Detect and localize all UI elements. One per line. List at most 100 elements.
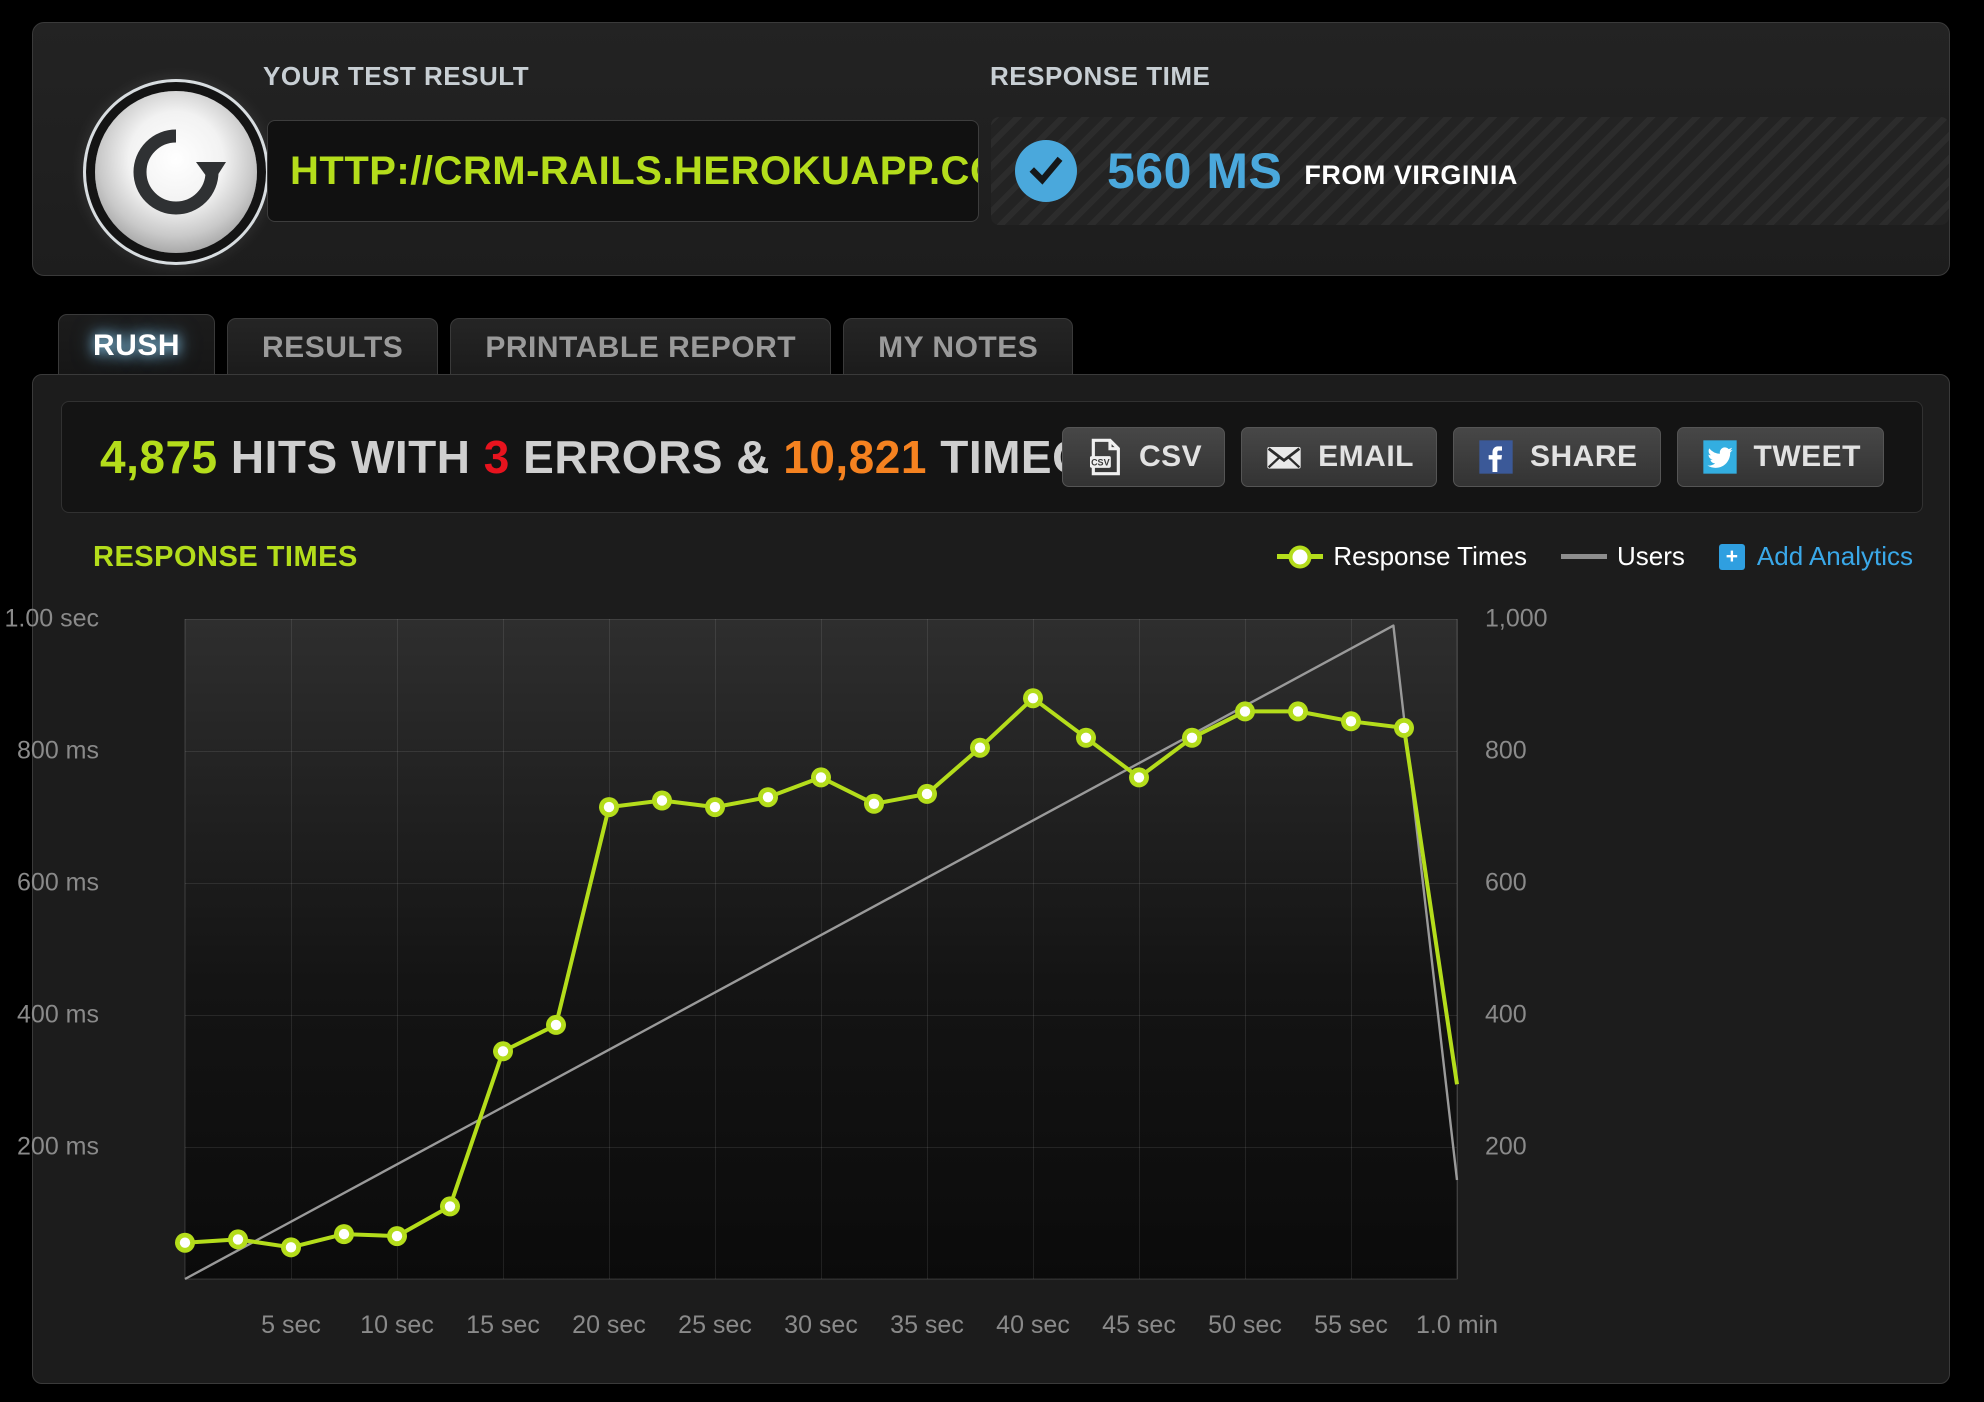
- y2-axis-tick-label: 800: [1485, 736, 1527, 765]
- x-axis-tick-label: 40 sec: [996, 1311, 1070, 1339]
- legend-label: Response Times: [1333, 541, 1527, 571]
- csv-button-label: CSV: [1138, 440, 1203, 473]
- add-analytics-button[interactable]: + Add Analytics: [1718, 541, 1913, 572]
- tab-label: MY NOTES: [878, 330, 1039, 364]
- y-axis-tick-label: 1.00 sec: [4, 604, 99, 633]
- data-point[interactable]: [970, 737, 990, 758]
- tab-my-notes[interactable]: MY NOTES: [843, 318, 1074, 376]
- y-axis-tick-label: 800 ms: [17, 736, 99, 765]
- errors-count: 3: [483, 431, 510, 483]
- chart-lines: [175, 619, 1459, 1281]
- action-buttons: CSV CSV EMAIL SHARE TWEET: [1061, 427, 1884, 487]
- y-axis-tick-label: 400 ms: [17, 1000, 99, 1029]
- y2-axis-tick-label: 200: [1485, 1132, 1527, 1161]
- x-axis-tick-label: 35 sec: [890, 1311, 964, 1339]
- x-axis-tick-label: 50 sec: [1208, 1311, 1282, 1339]
- data-point[interactable]: [546, 1014, 566, 1035]
- svg-text:CSV: CSV: [1091, 458, 1110, 468]
- data-point[interactable]: [281, 1237, 301, 1258]
- data-point[interactable]: [1182, 727, 1202, 748]
- legend-marker-response-times: [1277, 554, 1324, 559]
- x-axis-tick-label: 15 sec: [466, 1311, 540, 1339]
- response-time-label: RESPONSE TIME: [990, 61, 1211, 91]
- hits-count: 4,875: [100, 431, 218, 483]
- y2-axis-tick-label: 1,000: [1485, 604, 1548, 633]
- data-point[interactable]: [652, 790, 672, 811]
- url-value: HTTP://CRM-RAILS.HEROKUAPP.COM/API/V1/CU…: [290, 148, 978, 193]
- x-axis-tick-label: 45 sec: [1102, 1311, 1176, 1339]
- y-axis-tick-label: 600 ms: [17, 868, 99, 897]
- csv-button[interactable]: CSV CSV: [1061, 427, 1226, 487]
- data-point[interactable]: [334, 1224, 354, 1245]
- tab-rush[interactable]: RUSH: [58, 314, 216, 376]
- data-point[interactable]: [1023, 688, 1043, 709]
- plot-border: [184, 619, 1458, 1280]
- csv-file-icon: CSV: [1085, 437, 1125, 477]
- y-axis-tick-label: 200 ms: [17, 1132, 99, 1161]
- x-axis-tick-label: 25 sec: [678, 1311, 752, 1339]
- data-point[interactable]: [440, 1196, 460, 1217]
- series-line-users: [184, 624, 1459, 1281]
- email-button[interactable]: EMAIL: [1241, 427, 1437, 487]
- chart-title: RESPONSE TIMES: [93, 541, 358, 573]
- email-button-label: EMAIL: [1318, 440, 1414, 473]
- y2-axis-tick-label: 400: [1485, 1000, 1527, 1029]
- data-point[interactable]: [387, 1226, 407, 1247]
- tab-label: PRINTABLE REPORT: [485, 330, 797, 364]
- plus-box-icon: +: [1718, 543, 1745, 570]
- test-result-label: YOUR TEST RESULT: [263, 61, 530, 91]
- tab-results[interactable]: RESULTS: [227, 318, 439, 376]
- facebook-share-label: SHARE: [1529, 440, 1638, 473]
- data-point[interactable]: [1129, 767, 1149, 788]
- x-axis-tick-label: 20 sec: [572, 1311, 646, 1339]
- data-point[interactable]: [175, 1232, 195, 1253]
- y2-axis-tick-label: 600: [1485, 868, 1527, 897]
- x-axis-tick-label: 55 sec: [1314, 1311, 1388, 1339]
- data-point[interactable]: [228, 1229, 248, 1250]
- data-point[interactable]: [864, 793, 884, 814]
- data-point[interactable]: [493, 1041, 513, 1062]
- response-time-value: 560 MS: [1107, 143, 1283, 199]
- tweet-button-label: TWEET: [1753, 440, 1861, 473]
- url-field[interactable]: HTTP://CRM-RAILS.HEROKUAPP.COM/API/V1/CU…: [267, 120, 979, 222]
- check-circle-icon: [1015, 140, 1077, 202]
- data-point[interactable]: [1288, 701, 1308, 722]
- facebook-icon: [1476, 437, 1516, 477]
- hits-word: HITS WITH: [217, 431, 484, 483]
- data-point[interactable]: [1235, 701, 1255, 722]
- x-axis-tick-label: 10 sec: [360, 1311, 434, 1339]
- timeouts-count: 10,821: [783, 431, 927, 483]
- rush-results-panel: 4,875 HITS WITH 3 ERRORS & 10,821 TIMEOU…: [4, 374, 1951, 1384]
- x-axis-tick-label: 1.0 min: [1416, 1311, 1498, 1339]
- data-point[interactable]: [599, 797, 619, 818]
- legend-marker-users: [1561, 554, 1607, 559]
- twitter-icon: [1700, 437, 1740, 477]
- tab-label: RUSH: [93, 328, 181, 362]
- chart-legend: Response Times Users + Add Analytics: [1277, 541, 1913, 572]
- chart-area: 200 ms 400 ms 600 ms 800 ms 1.00 sec 200 400 60…: [4, 603, 1951, 1363]
- tab-label: RESULTS: [262, 330, 404, 364]
- refresh-icon[interactable]: [95, 91, 257, 253]
- tweet-button[interactable]: TWEET: [1676, 427, 1884, 487]
- data-point[interactable]: [1341, 711, 1361, 732]
- response-time-box: 560 MS FROM VIRGINIA: [991, 117, 1949, 225]
- data-point[interactable]: [1394, 717, 1414, 738]
- legend-item-response-times: Response Times: [1277, 541, 1527, 572]
- tab-printable-report[interactable]: PRINTABLE REPORT: [450, 318, 832, 376]
- stats-bar: 4,875 HITS WITH 3 ERRORS & 10,821 TIMEOU…: [61, 401, 1923, 513]
- add-analytics-label: Add Analytics: [1756, 541, 1913, 571]
- data-point[interactable]: [917, 783, 937, 804]
- data-point[interactable]: [1076, 727, 1096, 748]
- errors-word: ERRORS &: [509, 431, 784, 483]
- facebook-share-button[interactable]: SHARE: [1452, 427, 1661, 487]
- data-point[interactable]: [811, 767, 831, 788]
- envelope-icon: [1264, 437, 1304, 477]
- x-axis-tick-label: 5 sec: [261, 1311, 321, 1339]
- tab-bar: RUSH RESULTS PRINTABLE REPORT MY NOTES: [58, 314, 1085, 376]
- response-time-location: FROM VIRGINIA: [1304, 159, 1518, 190]
- test-result-panel: YOUR TEST RESULT RESPONSE TIME HTTP://CR…: [32, 22, 1950, 276]
- data-point[interactable]: [705, 797, 725, 818]
- data-point[interactable]: [758, 787, 778, 808]
- legend-item-users: Users: [1561, 541, 1685, 572]
- x-axis-tick-label: 30 sec: [784, 1311, 858, 1339]
